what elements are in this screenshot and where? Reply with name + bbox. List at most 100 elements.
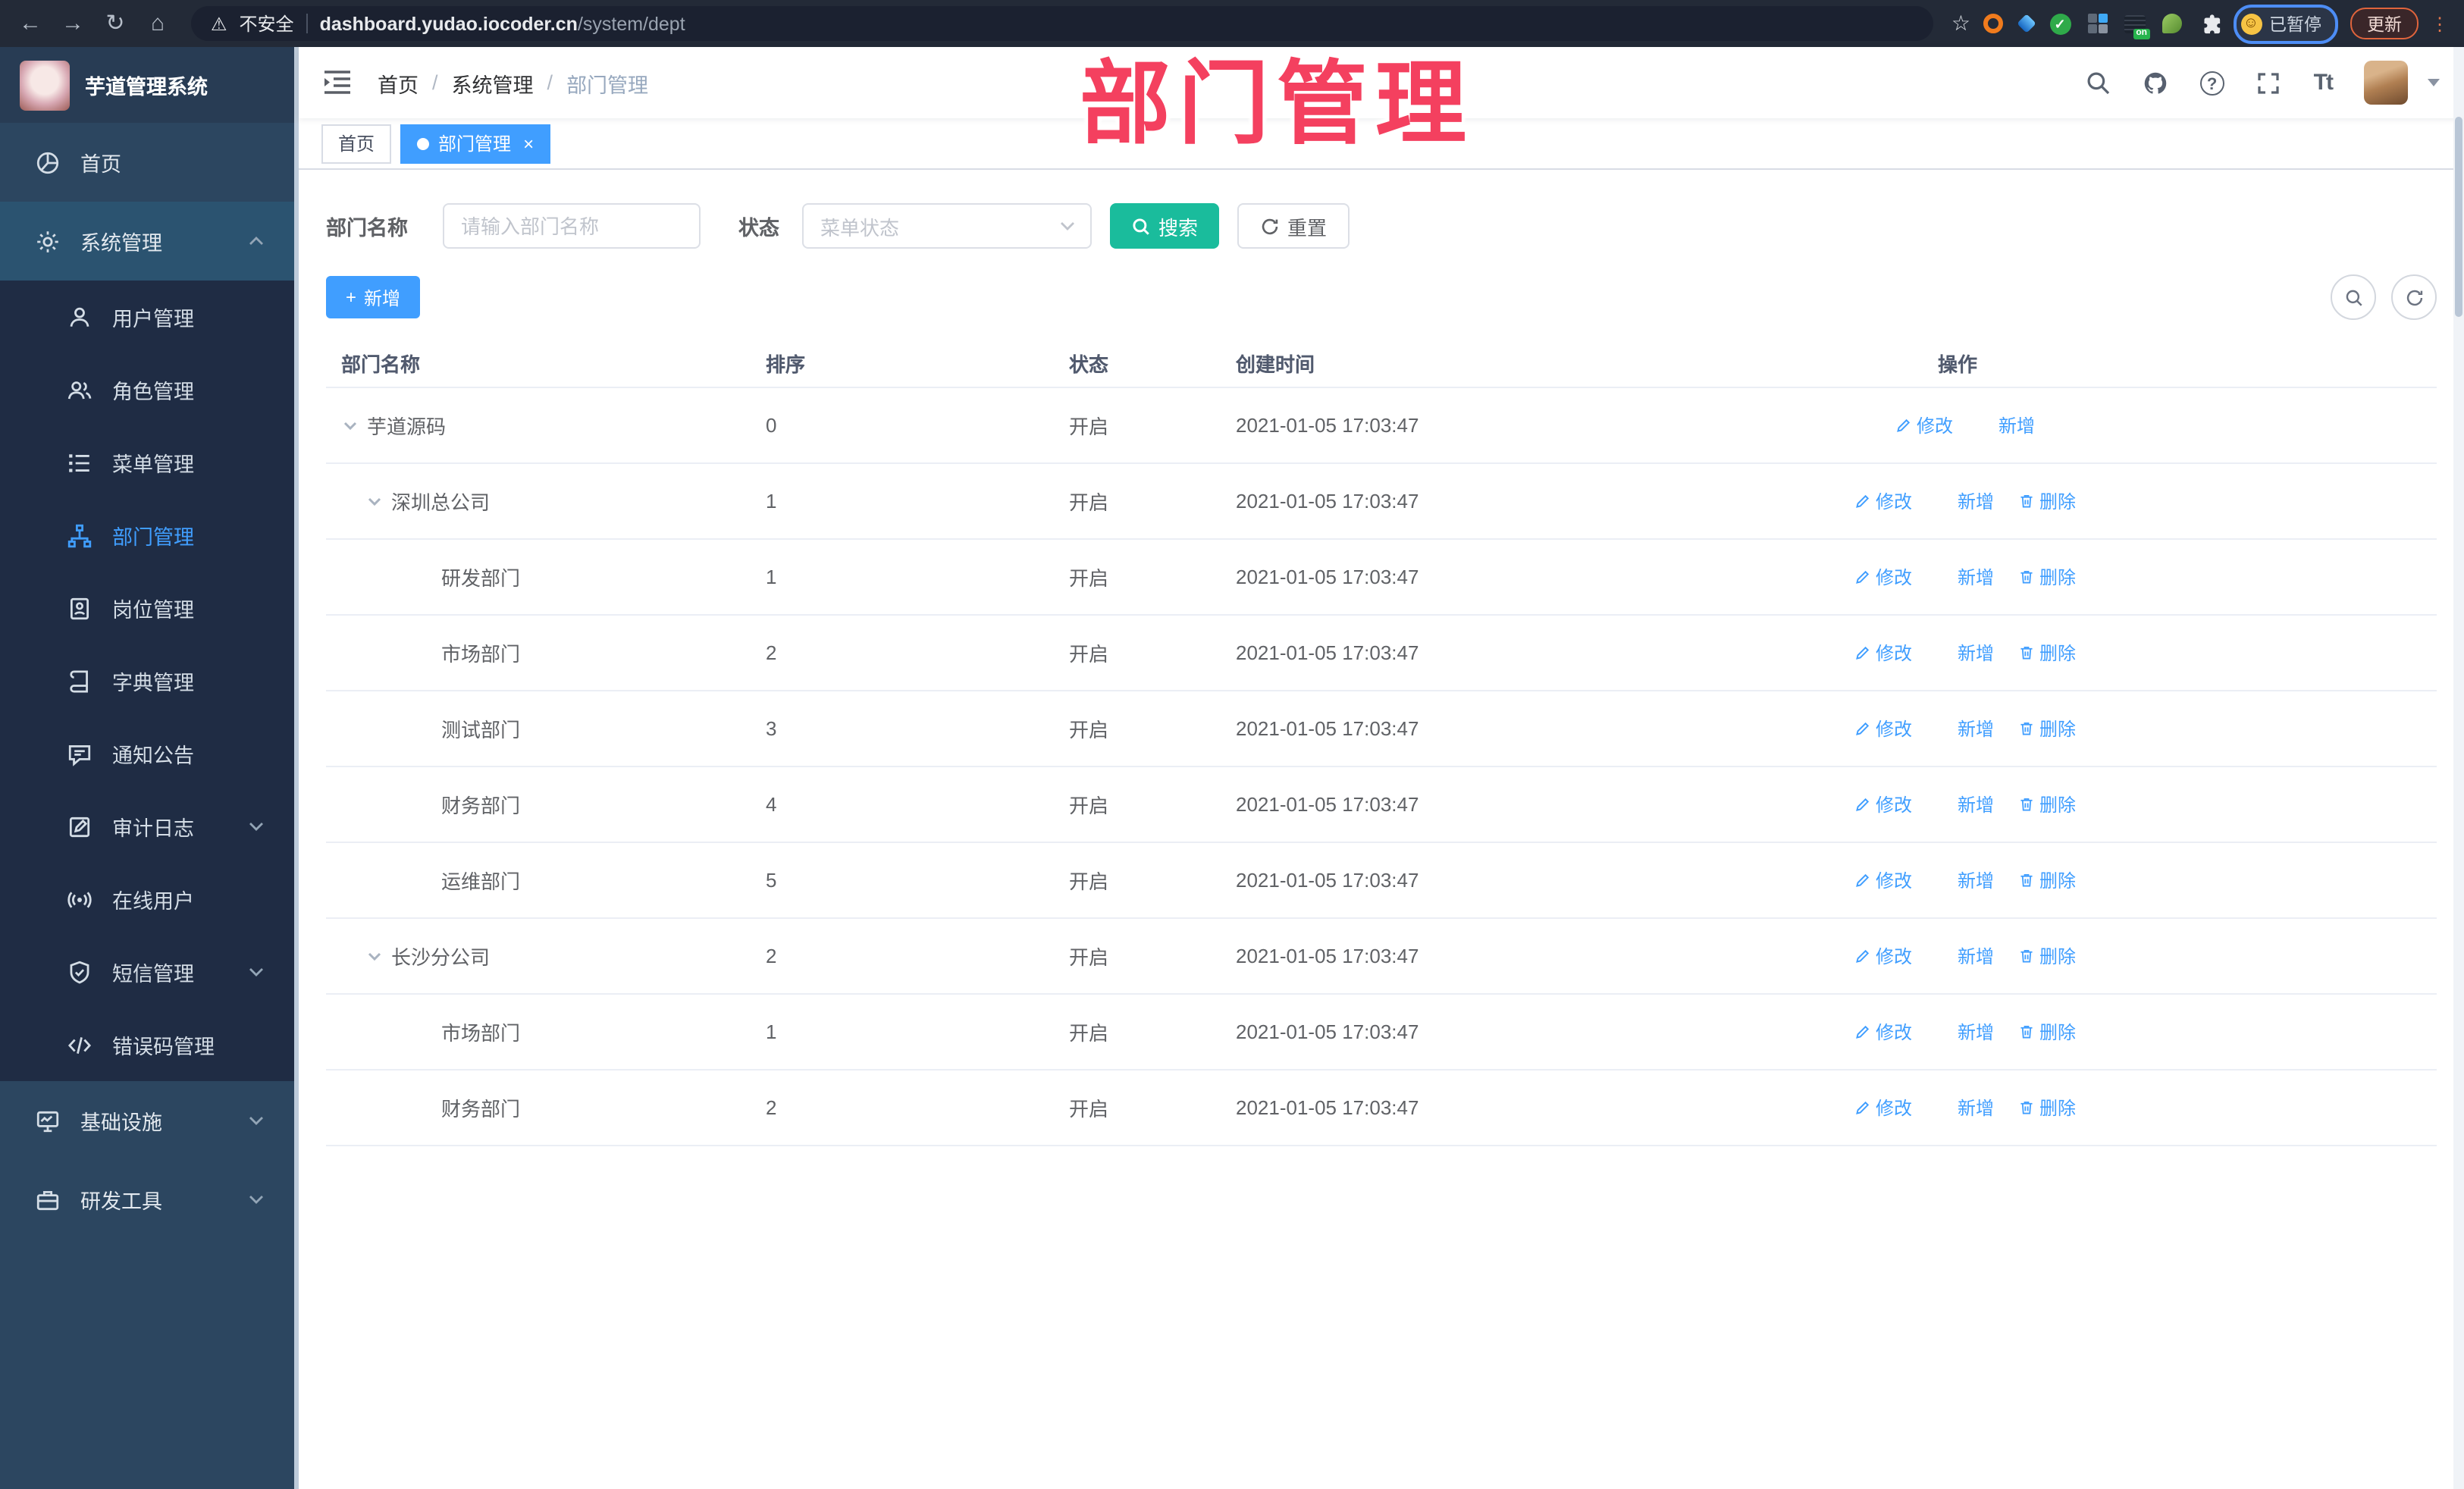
sidebar-item-系统管理[interactable]: 系统管理: [0, 202, 294, 281]
sidebar-item-通知公告[interactable]: 通知公告: [0, 717, 294, 790]
browser-home-icon[interactable]: ⌂: [143, 0, 173, 47]
tab-close-icon[interactable]: ×: [523, 133, 534, 154]
delete-row-button[interactable]: 删除: [2018, 640, 2076, 666]
sidebar-item-审计日志[interactable]: 审计日志: [0, 790, 294, 863]
browser-update-button[interactable]: 更新: [2350, 8, 2419, 39]
add-row-button[interactable]: 新增: [1936, 943, 1994, 969]
delete-row-button[interactable]: 删除: [2018, 792, 2076, 817]
sidebar-item-在线用户[interactable]: 在线用户: [0, 863, 294, 936]
chevron-down-icon: [247, 1190, 265, 1208]
extension-check-icon[interactable]: ✓: [2049, 13, 2071, 34]
status-select[interactable]: 菜单状态: [802, 203, 1092, 249]
browser-menu-dots-icon[interactable]: ⋮: [2431, 14, 2449, 33]
delete-row-button[interactable]: 删除: [2018, 1095, 2076, 1121]
add-row-button[interactable]: 新增: [1977, 412, 2035, 438]
edit-row-button[interactable]: 修改: [1854, 716, 1912, 741]
search-icon[interactable]: [2085, 70, 2111, 96]
edit-row-button[interactable]: 修改: [1854, 867, 1912, 893]
caret-down-icon[interactable]: [2428, 79, 2440, 86]
add-row-button[interactable]: 新增: [1936, 792, 1994, 817]
delete-row-button[interactable]: 删除: [2018, 488, 2076, 514]
actions-cell: 修改 新增 删除: [1478, 488, 2437, 514]
delete-row-button[interactable]: 删除: [2018, 1019, 2076, 1045]
edit-row-button[interactable]: 修改: [1854, 488, 1912, 514]
table-row: 测试部门 3 开启 2021-01-05 17:03:47 修改 新增 删除: [326, 691, 2437, 767]
add-button[interactable]: + 新增: [326, 276, 421, 318]
dept-name: 长沙分公司: [391, 946, 491, 969]
browser-back-icon[interactable]: ←: [15, 0, 45, 47]
extension-pin-icon[interactable]: [2016, 14, 2036, 33]
sidebar-item-菜单管理[interactable]: 菜单管理: [0, 426, 294, 499]
tab-dept[interactable]: 部门管理 ×: [400, 124, 551, 163]
sidebar-item-label: 字典管理: [112, 672, 194, 694]
font-size-icon[interactable]: Tt: [2314, 70, 2334, 96]
help-icon[interactable]: ?: [2199, 71, 2224, 95]
edit-row-button[interactable]: 修改: [1854, 1095, 1912, 1121]
delete-icon: [2018, 569, 2035, 585]
browser-reload-icon[interactable]: ↻: [100, 0, 130, 47]
url-path: /system/dept: [577, 13, 685, 34]
table-row: 芋道源码 0 开启 2021-01-05 17:03:47 修改 新增: [326, 388, 2437, 464]
refresh-table-button[interactable]: [2391, 274, 2437, 320]
security-warning-icon[interactable]: ⚠: [211, 13, 227, 34]
sidebar-item-岗位管理[interactable]: 岗位管理: [0, 572, 294, 644]
page-scrollbar[interactable]: [2453, 47, 2464, 1489]
sidebar-header[interactable]: 芋道管理系统: [0, 47, 299, 123]
dept-name-input[interactable]: [443, 203, 701, 249]
edit-row-button[interactable]: 修改: [1895, 412, 1953, 438]
delete-row-button[interactable]: 删除: [2018, 716, 2076, 741]
watermark-text: 部门管理: [1080, 53, 1474, 155]
col-dept-name: 部门名称: [341, 353, 421, 376]
add-icon: [1936, 493, 1953, 509]
sidebar-item-错误码管理[interactable]: 错误码管理: [0, 1008, 294, 1081]
add-row-button[interactable]: 新增: [1936, 640, 1994, 666]
github-icon[interactable]: [2143, 70, 2168, 96]
sidebar-item-字典管理[interactable]: 字典管理: [0, 644, 294, 717]
extension-orange-icon[interactable]: [1983, 14, 2002, 33]
add-row-button[interactable]: 新增: [1936, 1095, 1994, 1121]
fullscreen-icon[interactable]: [2256, 70, 2282, 96]
collapse-menu-icon[interactable]: [323, 70, 352, 96]
reset-button[interactable]: 重置: [1237, 203, 1350, 249]
delete-row-button[interactable]: 删除: [2018, 867, 2076, 893]
sidebar-item-基础设施[interactable]: 基础设施: [0, 1081, 294, 1160]
tab-home[interactable]: 首页: [321, 124, 392, 163]
edit-row-button[interactable]: 修改: [1854, 564, 1912, 590]
browser-profile-chip[interactable]: ☺ 已暂停: [2233, 4, 2338, 43]
add-row-button[interactable]: 新增: [1936, 488, 1994, 514]
add-row-button[interactable]: 新增: [1936, 564, 1994, 590]
extension-grid-icon[interactable]: [2087, 14, 2107, 33]
security-label: 不安全: [239, 14, 294, 35]
actions-cell: 修改 新增 删除: [1478, 867, 2437, 893]
extension-leaf-icon[interactable]: [2161, 14, 2181, 33]
edit-row-button[interactable]: 修改: [1854, 943, 1912, 969]
avatar[interactable]: [2364, 61, 2408, 105]
sidebar-item-研发工具[interactable]: 研发工具: [0, 1160, 294, 1239]
toggle-search-button[interactable]: [2331, 274, 2376, 320]
browser-forward-icon[interactable]: →: [58, 0, 88, 47]
created-cell: 2021-01-05 17:03:47: [1236, 490, 1419, 513]
address-bar[interactable]: ⚠ 不安全 dashboard.yudao.iocoder.cn/system/…: [191, 6, 1933, 41]
sidebar-item-用户管理[interactable]: 用户管理: [0, 281, 294, 353]
breadcrumb-home[interactable]: 首页: [378, 67, 419, 98]
bookmark-star-icon[interactable]: ☆: [1951, 11, 1970, 36]
chevron-down-icon: [247, 963, 265, 981]
sidebar-item-短信管理[interactable]: 短信管理: [0, 936, 294, 1008]
breadcrumb-system[interactable]: 系统管理: [452, 67, 534, 98]
add-row-button[interactable]: 新增: [1936, 716, 1994, 741]
sidebar-item-首页[interactable]: 首页: [0, 123, 294, 202]
scrollbar-thumb[interactable]: [2455, 117, 2462, 317]
extension-on-badge-icon[interactable]: on: [2124, 14, 2149, 39]
add-row-button[interactable]: 新增: [1936, 867, 1994, 893]
sidebar-item-部门管理[interactable]: 部门管理: [0, 499, 294, 572]
search-button[interactable]: 搜索: [1110, 203, 1220, 249]
edit-row-button[interactable]: 修改: [1854, 1019, 1912, 1045]
edit-row-button[interactable]: 修改: [1854, 792, 1912, 817]
edit-row-button[interactable]: 修改: [1854, 640, 1912, 666]
add-row-button[interactable]: 新增: [1936, 1019, 1994, 1045]
delete-row-button[interactable]: 删除: [2018, 564, 2076, 590]
filter-form: 部门名称 状态 菜单状态 搜索: [326, 203, 2437, 249]
extensions-puzzle-icon[interactable]: [2198, 12, 2221, 35]
sidebar-item-角色管理[interactable]: 角色管理: [0, 353, 294, 426]
delete-row-button[interactable]: 删除: [2018, 943, 2076, 969]
